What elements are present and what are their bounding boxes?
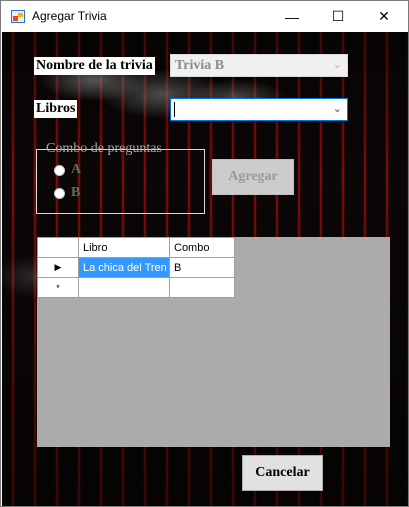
minimize-icon: — [285,8,299,25]
close-icon: ✕ [378,8,390,24]
cell-combo[interactable]: B [169,257,235,278]
radio-option-a[interactable]: A [54,162,81,178]
title-bar[interactable]: Agregar Trivia — ☐ ✕ [1,1,408,32]
nombre-trivia-combo[interactable]: Trivia B ⌄ [170,54,348,77]
radio-a-label: A [71,162,82,177]
trivia-data-grid[interactable]: Libro Combo ▶ La chica del Tren B * [37,237,390,447]
cell-combo-new[interactable] [169,277,235,298]
app-icon [11,10,25,23]
agregar-trivia-window: Agregar Trivia — ☐ ✕ Nombre de la trivia… [0,0,409,507]
close-button[interactable]: ✕ [361,1,407,32]
table-row-new[interactable]: * [37,277,235,298]
combo-preguntas-group: Combo de preguntas A B [36,141,205,214]
new-row-indicator-icon[interactable]: * [37,277,79,298]
libros-combo[interactable]: ⌄ [170,98,348,121]
cell-libro[interactable]: La chica del Tren [78,257,170,278]
radio-b-circle[interactable] [54,187,65,199]
nombre-trivia-label: Nombre de la trivia [34,57,155,75]
text-caret [174,102,175,117]
table-row[interactable]: ▶ La chica del Tren B [37,257,235,278]
cell-libro-new[interactable] [78,277,170,298]
maximize-icon: ☐ [331,8,345,24]
grid-header-row: Libro Combo [37,237,235,258]
radio-option-b[interactable]: B [54,185,80,201]
cancelar-button[interactable]: Cancelar [242,455,323,491]
libros-label: Libros [34,100,78,118]
grid-table: Libro Combo ▶ La chica del Tren B * [37,237,235,298]
form-client-area: Nombre de la trivia Trivia B ⌄ Libros ⌄ … [2,32,408,506]
window-title: Agregar Trivia [32,9,107,23]
chevron-down-icon: ⌄ [332,103,342,115]
grid-corner-header[interactable] [37,237,79,258]
combo-preguntas-title: Combo de preguntas [46,141,162,156]
radio-a-circle[interactable] [54,164,65,176]
nombre-trivia-value: Trivia B [175,58,225,73]
chevron-down-icon: ⌄ [332,59,342,71]
column-header-libro[interactable]: Libro [78,237,170,258]
agregar-button[interactable]: Agregar [212,159,294,195]
maximize-button[interactable]: ☐ [315,1,361,32]
minimize-button[interactable]: — [269,1,315,32]
current-row-indicator-icon[interactable]: ▶ [37,257,79,278]
column-header-combo[interactable]: Combo [169,237,235,258]
radio-b-label: B [71,185,81,200]
